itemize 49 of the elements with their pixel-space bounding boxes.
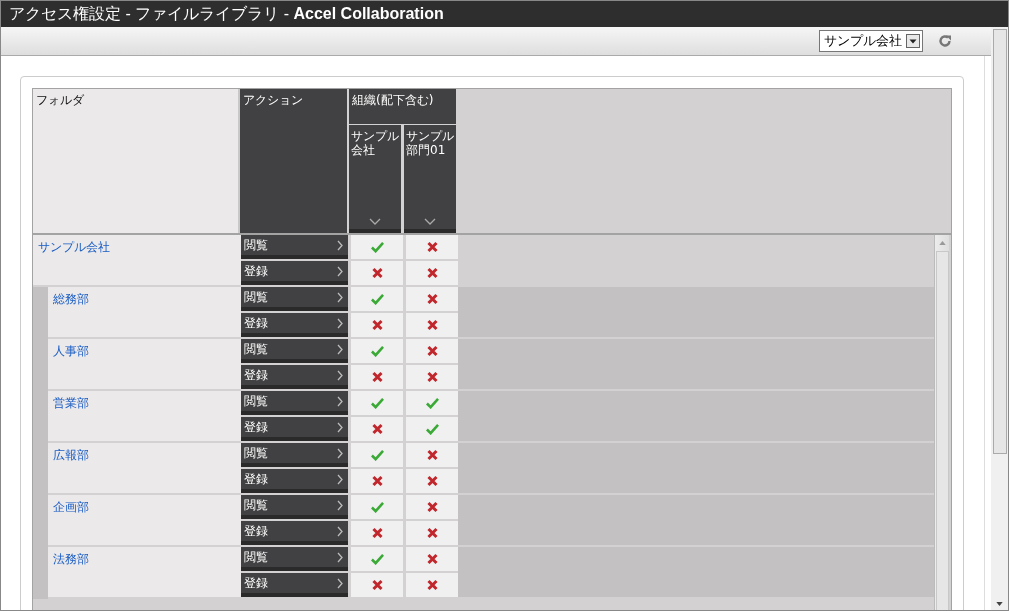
chevron-down-icon (369, 218, 381, 225)
chevron-right-icon (337, 395, 343, 407)
folder-link[interactable]: 営業部 (53, 396, 89, 410)
chevron-right-icon (337, 473, 343, 485)
action-button[interactable]: 閲覧 (241, 391, 348, 415)
chevron-right-icon (337, 291, 343, 303)
action-button[interactable]: 閲覧 (241, 339, 348, 363)
chevron-right-icon (337, 447, 343, 459)
refresh-icon[interactable] (937, 33, 953, 49)
chevron-down-icon (424, 218, 436, 225)
column-header: サンプル部門01 (406, 129, 454, 157)
scrollbar[interactable] (991, 27, 1008, 610)
window-title: アクセス権設定 - ファイルライブラリ - Accel Collaboration (9, 3, 444, 24)
scroll-down-icon[interactable] (996, 602, 1003, 606)
column-header: 組織(配下含む) (352, 93, 434, 107)
action-button[interactable]: 登録 (241, 417, 348, 441)
company-select[interactable]: サンプル会社 (819, 30, 923, 52)
action-button[interactable]: 登録 (241, 521, 348, 545)
chevron-right-icon (337, 551, 343, 563)
folder-link[interactable]: 広報部 (53, 448, 89, 462)
folder-link[interactable]: サンプル会社 (38, 240, 110, 254)
scroll-up-icon[interactable] (938, 241, 946, 245)
folder-link[interactable]: 人事部 (53, 344, 89, 358)
column-header: フォルダ (36, 93, 84, 107)
action-button[interactable]: 閲覧 (241, 547, 348, 571)
folder-link[interactable]: 企画部 (53, 500, 89, 514)
scrollbar[interactable] (934, 235, 949, 610)
chevron-right-icon (337, 317, 343, 329)
folder-link[interactable]: 法務部 (53, 552, 89, 566)
action-button[interactable]: 登録 (241, 365, 348, 389)
chevron-right-icon (337, 343, 343, 355)
folder-link[interactable]: 総務部 (53, 292, 89, 306)
action-button[interactable]: 登録 (241, 313, 348, 337)
chevron-right-icon (337, 421, 343, 433)
chevron-right-icon (337, 239, 343, 251)
chevron-right-icon (337, 499, 343, 511)
action-button[interactable]: 登録 (241, 573, 348, 597)
chevron-right-icon (337, 369, 343, 381)
action-button[interactable]: 閲覧 (241, 495, 348, 519)
action-button[interactable]: 閲覧 (241, 443, 348, 467)
action-button[interactable]: 閲覧 (241, 235, 348, 259)
chevron-right-icon (337, 577, 343, 589)
action-button[interactable]: 閲覧 (241, 287, 348, 311)
action-button[interactable]: 登録 (241, 261, 348, 285)
chevron-right-icon (337, 265, 343, 277)
chevron-right-icon (337, 525, 343, 537)
column-header: サンプル会社 (351, 129, 399, 157)
action-button[interactable]: 登録 (241, 469, 348, 493)
column-header: アクション (243, 93, 303, 107)
